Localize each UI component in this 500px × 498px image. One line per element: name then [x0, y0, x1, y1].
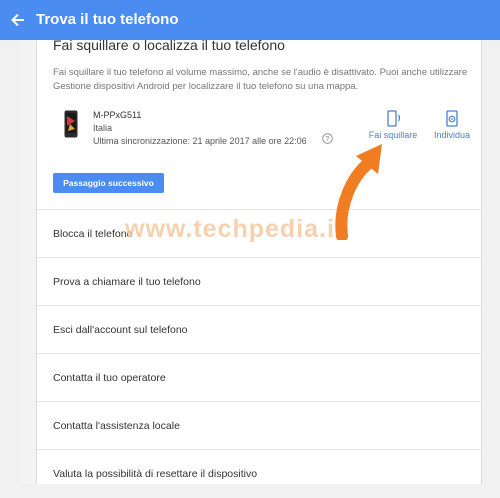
- app-title: Trova il tuo telefono: [36, 11, 179, 28]
- ring-phone-icon: [387, 110, 401, 127]
- section-description: Fai squillare il tuo telefono al volume …: [53, 67, 468, 92]
- device-last-sync: Ultima sincronizzazione: 21 aprile 2017 …: [93, 136, 307, 146]
- option-reset-device[interactable]: Valuta la possibilità di resettare il di…: [37, 449, 481, 497]
- option-contact-carrier[interactable]: Contatta il tuo operatore: [37, 353, 481, 401]
- device-name: M-PPxG511: [93, 110, 142, 120]
- option-contact-support[interactable]: Contatta l'assistenza locale: [37, 401, 481, 449]
- phone-image: [64, 110, 78, 138]
- arrow-left-icon[interactable]: [8, 10, 28, 30]
- page-content: Fai squillare o localizza il tuo telefon…: [20, 37, 482, 484]
- section-title: Fai squillare o localizza il tuo telefon…: [53, 37, 285, 53]
- locate-button[interactable]: Individua: [417, 110, 487, 140]
- app-bar: Trova il tuo telefono: [0, 0, 500, 40]
- orange-arrow-annotation: [335, 144, 382, 240]
- locate-device-icon: [446, 110, 458, 127]
- option-sign-out[interactable]: Esci dall'account sul telefono: [37, 305, 481, 353]
- options-list: Blocca il telefono Prova a chiamare il t…: [37, 209, 481, 497]
- device-country: Italia: [93, 123, 113, 133]
- find-phone-card: Fai squillare o localizza il tuo telefon…: [36, 37, 482, 484]
- next-step-button[interactable]: Passaggio successivo: [53, 173, 164, 193]
- locate-label: Individua: [433, 130, 471, 140]
- watermark-text: www.techpedia.it: [125, 215, 345, 243]
- option-call-phone[interactable]: Prova a chiamare il tuo telefono: [37, 257, 481, 305]
